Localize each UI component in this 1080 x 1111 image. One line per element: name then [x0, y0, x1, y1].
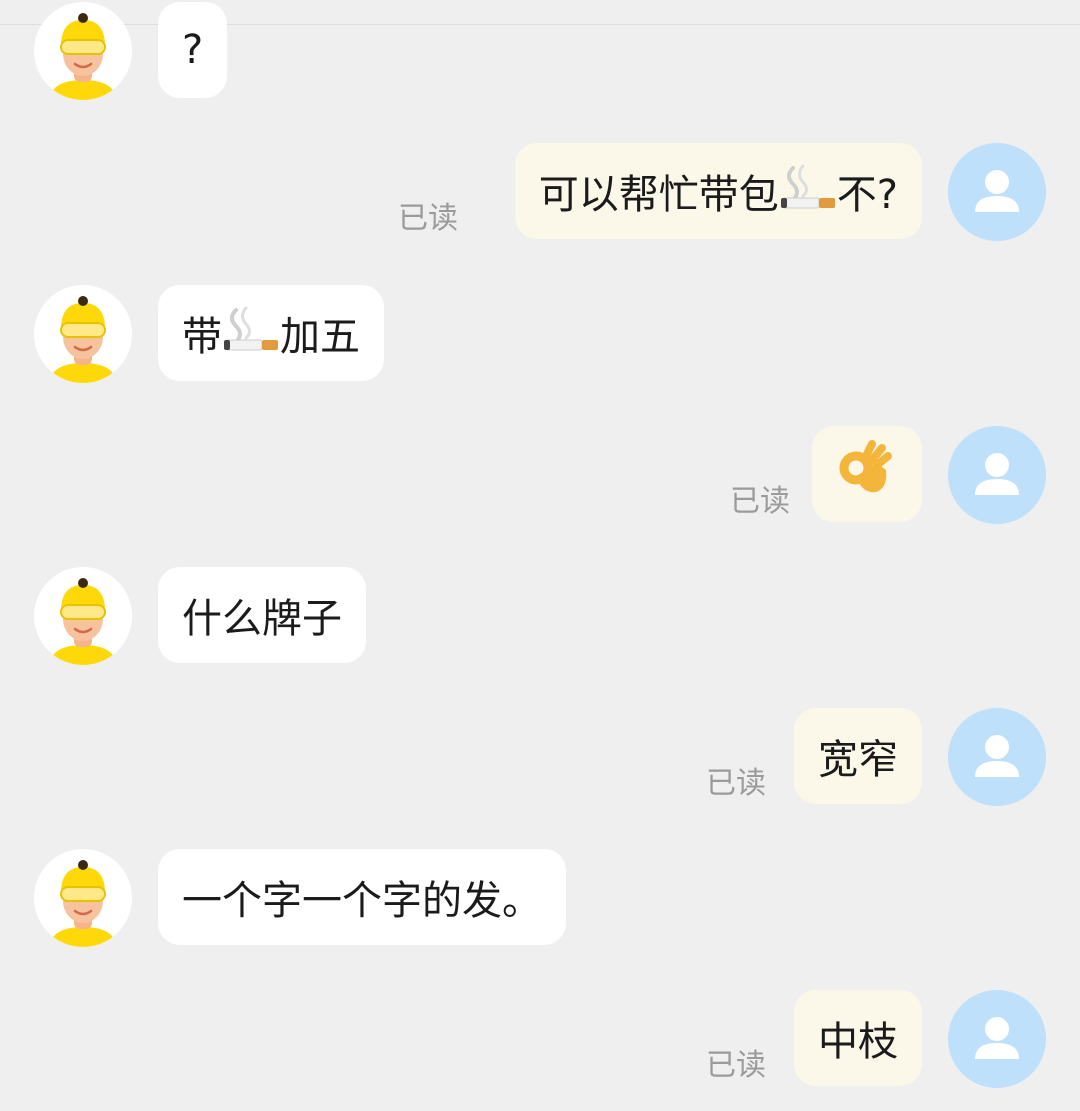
message-bubble[interactable]: ?	[158, 2, 228, 98]
read-status: 已读	[706, 1048, 766, 1083]
ok-hand-emoji	[836, 440, 898, 508]
message-text: 中枝	[818, 1019, 898, 1065]
read-status: 已读	[706, 766, 766, 801]
courier-avatar-icon[interactable]	[34, 849, 132, 947]
courier-avatar-icon[interactable]	[34, 567, 132, 665]
person-icon[interactable]	[948, 426, 1046, 524]
message-text: 不?	[836, 172, 898, 218]
person-icon[interactable]	[948, 708, 1046, 806]
message-text: 什么牌子	[182, 596, 342, 642]
cigarette-emoji	[779, 162, 837, 220]
message-text: ?	[182, 27, 204, 73]
person-icon[interactable]	[948, 143, 1046, 241]
message-bubble[interactable]	[812, 426, 922, 522]
message-text: 带	[182, 314, 222, 360]
message-text: 一个字一个字的发。	[182, 878, 542, 924]
courier-avatar-icon[interactable]	[34, 2, 132, 100]
message-bubble[interactable]: 带 加五	[158, 285, 384, 381]
person-icon[interactable]	[948, 990, 1046, 1088]
message-bubble[interactable]: 可以帮忙带包 不?	[514, 143, 922, 239]
cigarette-emoji	[222, 304, 280, 362]
chat-message-list[interactable]: ? 已读 可以帮忙带包 不? 带 加五 已读 什么牌子 已读 宽窄 一个字一个字…	[0, 0, 1080, 1111]
read-status: 已读	[398, 201, 458, 236]
courier-avatar-icon[interactable]	[34, 285, 132, 383]
message-bubble[interactable]: 宽窄	[794, 708, 922, 804]
message-bubble[interactable]: 中枝	[794, 990, 922, 1086]
message-bubble[interactable]: 一个字一个字的发。	[158, 849, 566, 945]
read-status: 已读	[730, 484, 790, 519]
message-text: 宽窄	[818, 737, 898, 783]
message-text: 可以帮忙带包	[538, 172, 779, 218]
message-text: 加五	[280, 314, 360, 360]
message-bubble[interactable]: 什么牌子	[158, 567, 366, 663]
